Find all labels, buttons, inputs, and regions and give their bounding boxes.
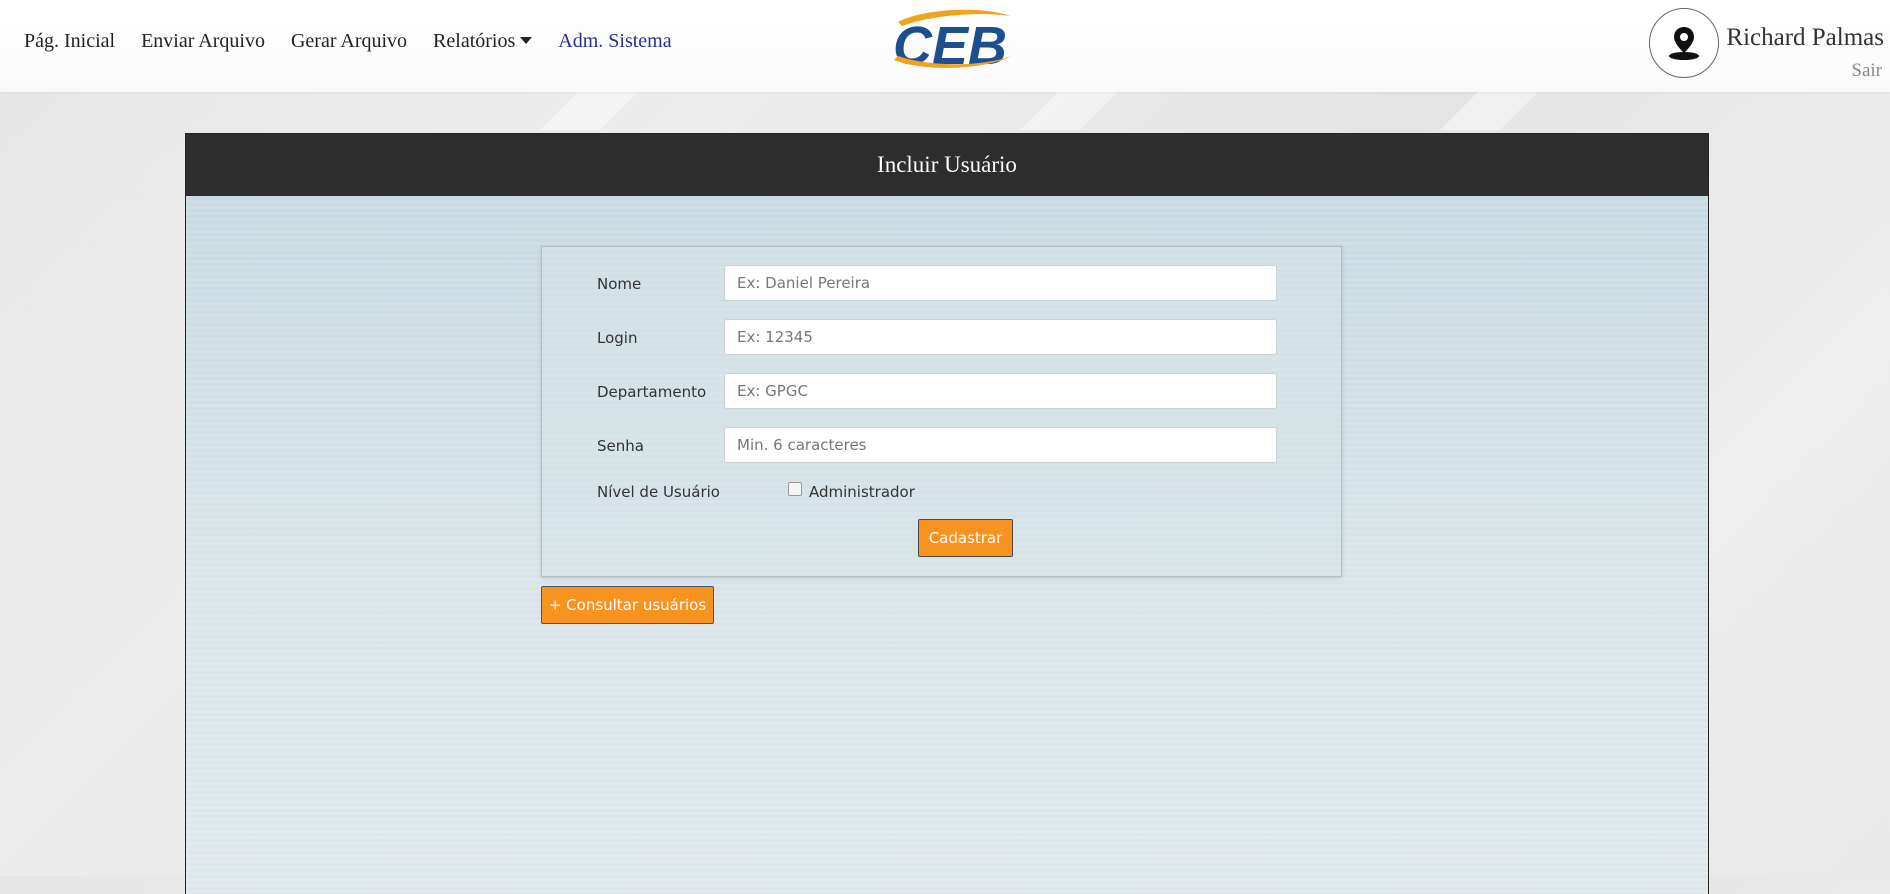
user-form: Nome Login Departamento Senha Nível de U…	[541, 246, 1342, 577]
consult-users-button[interactable]: + Consultar usuários	[541, 586, 714, 624]
logout-link[interactable]: Sair	[1851, 60, 1882, 82]
admin-checkbox[interactable]	[788, 482, 802, 496]
login-input[interactable]	[724, 319, 1277, 355]
nav-reports-dropdown[interactable]: Relatórios	[433, 30, 533, 53]
password-label: Senha	[597, 437, 644, 455]
nav-reports-label: Relatórios	[433, 30, 516, 52]
user-pin-icon	[1669, 27, 1699, 60]
form-row-name: Nome	[542, 265, 1341, 303]
ceb-logo[interactable]: CEB	[884, 6, 1020, 72]
form-row-password: Senha	[542, 427, 1341, 465]
nav-system-admin[interactable]: Adm. Sistema	[558, 30, 671, 53]
caret-down-icon	[520, 36, 533, 44]
main-nav: Pág. Inicial Enviar Arquivo Gerar Arquiv…	[24, 30, 698, 53]
admin-checkbox-group: Administrador	[788, 482, 915, 501]
top-navbar: Pág. Inicial Enviar Arquivo Gerar Arquiv…	[0, 0, 1890, 92]
department-label: Departamento	[597, 383, 707, 401]
form-row-department: Departamento	[542, 373, 1341, 411]
form-row-user-level: Nível de Usuário Administrador	[542, 481, 1341, 519]
main-panel: Incluir Usuário Nome Login Departamento …	[185, 133, 1709, 894]
nav-send-file[interactable]: Enviar Arquivo	[141, 30, 265, 53]
page-title: Incluir Usuário	[877, 152, 1017, 177]
nav-generate-file[interactable]: Gerar Arquivo	[291, 30, 407, 53]
password-input[interactable]	[724, 427, 1277, 463]
name-label: Nome	[597, 275, 642, 293]
user-name: Richard Palmas	[1726, 24, 1884, 51]
panel-header: Incluir Usuário	[186, 134, 1708, 196]
user-level-label: Nível de Usuário	[597, 483, 720, 501]
register-button[interactable]: Cadastrar	[918, 519, 1013, 557]
form-row-login: Login	[542, 319, 1341, 357]
nav-home[interactable]: Pág. Inicial	[24, 30, 115, 53]
user-avatar[interactable]	[1649, 8, 1719, 78]
name-input[interactable]	[724, 265, 1277, 301]
admin-checkbox-label[interactable]: Administrador	[809, 483, 915, 501]
department-input[interactable]	[724, 373, 1277, 409]
login-label: Login	[597, 329, 638, 347]
